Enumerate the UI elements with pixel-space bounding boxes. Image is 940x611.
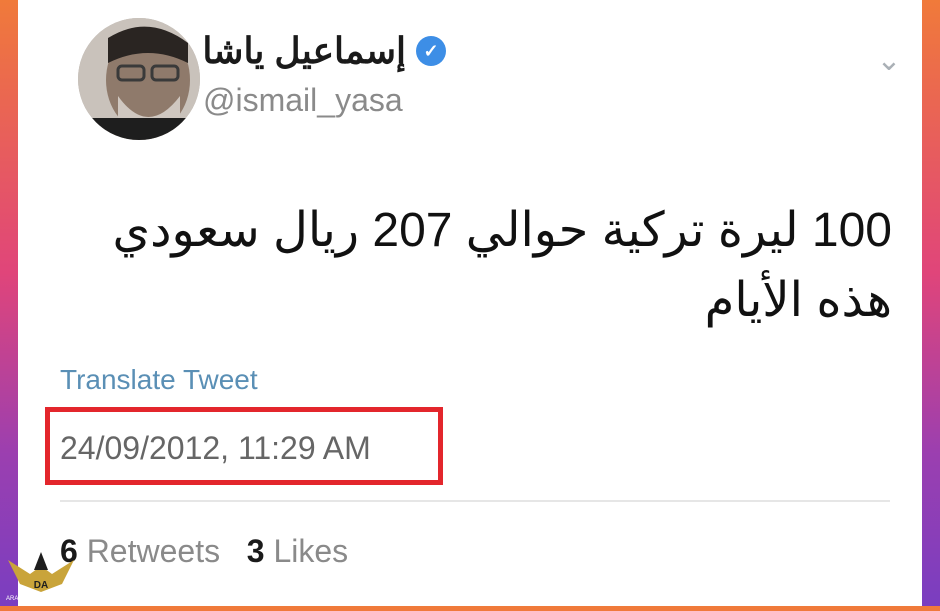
tweet-timestamp: 24/09/2012, 11:29 AM bbox=[60, 430, 371, 466]
likes-label[interactable]: Likes bbox=[273, 533, 348, 569]
watermark-title: ARAB DEFENSE FORUM bbox=[6, 596, 76, 602]
user-handle[interactable]: @ismail_yasa bbox=[203, 82, 403, 119]
likes-count[interactable]: 3 bbox=[247, 533, 265, 569]
translate-tweet-link[interactable]: Translate Tweet bbox=[60, 364, 258, 396]
chevron-down-icon[interactable]: ⌄ bbox=[874, 46, 904, 76]
display-name[interactable]: إسماعيل ياشا bbox=[202, 30, 406, 72]
name-row: إسماعيل ياشا ✓ bbox=[202, 30, 446, 72]
tweet-text: 100 ليرة تركية حوالي 207 ريال سعودي هذه … bbox=[112, 204, 892, 327]
tweet-stats: 6 Retweets 3 Likes bbox=[60, 533, 348, 570]
divider bbox=[60, 500, 890, 502]
forum-watermark-logo: DA ARAB DEFENSE FORUM bbox=[0, 540, 82, 606]
retweets-label[interactable]: Retweets bbox=[87, 533, 220, 569]
avatar[interactable] bbox=[78, 18, 200, 140]
tweet-card: إسماعيل ياشا ✓ @ismail_yasa ⌄ 100 ليرة ت… bbox=[18, 0, 922, 606]
avatar-photo bbox=[78, 18, 200, 140]
watermark-abbr: DA bbox=[34, 580, 48, 591]
verified-badge-icon: ✓ bbox=[416, 36, 446, 66]
